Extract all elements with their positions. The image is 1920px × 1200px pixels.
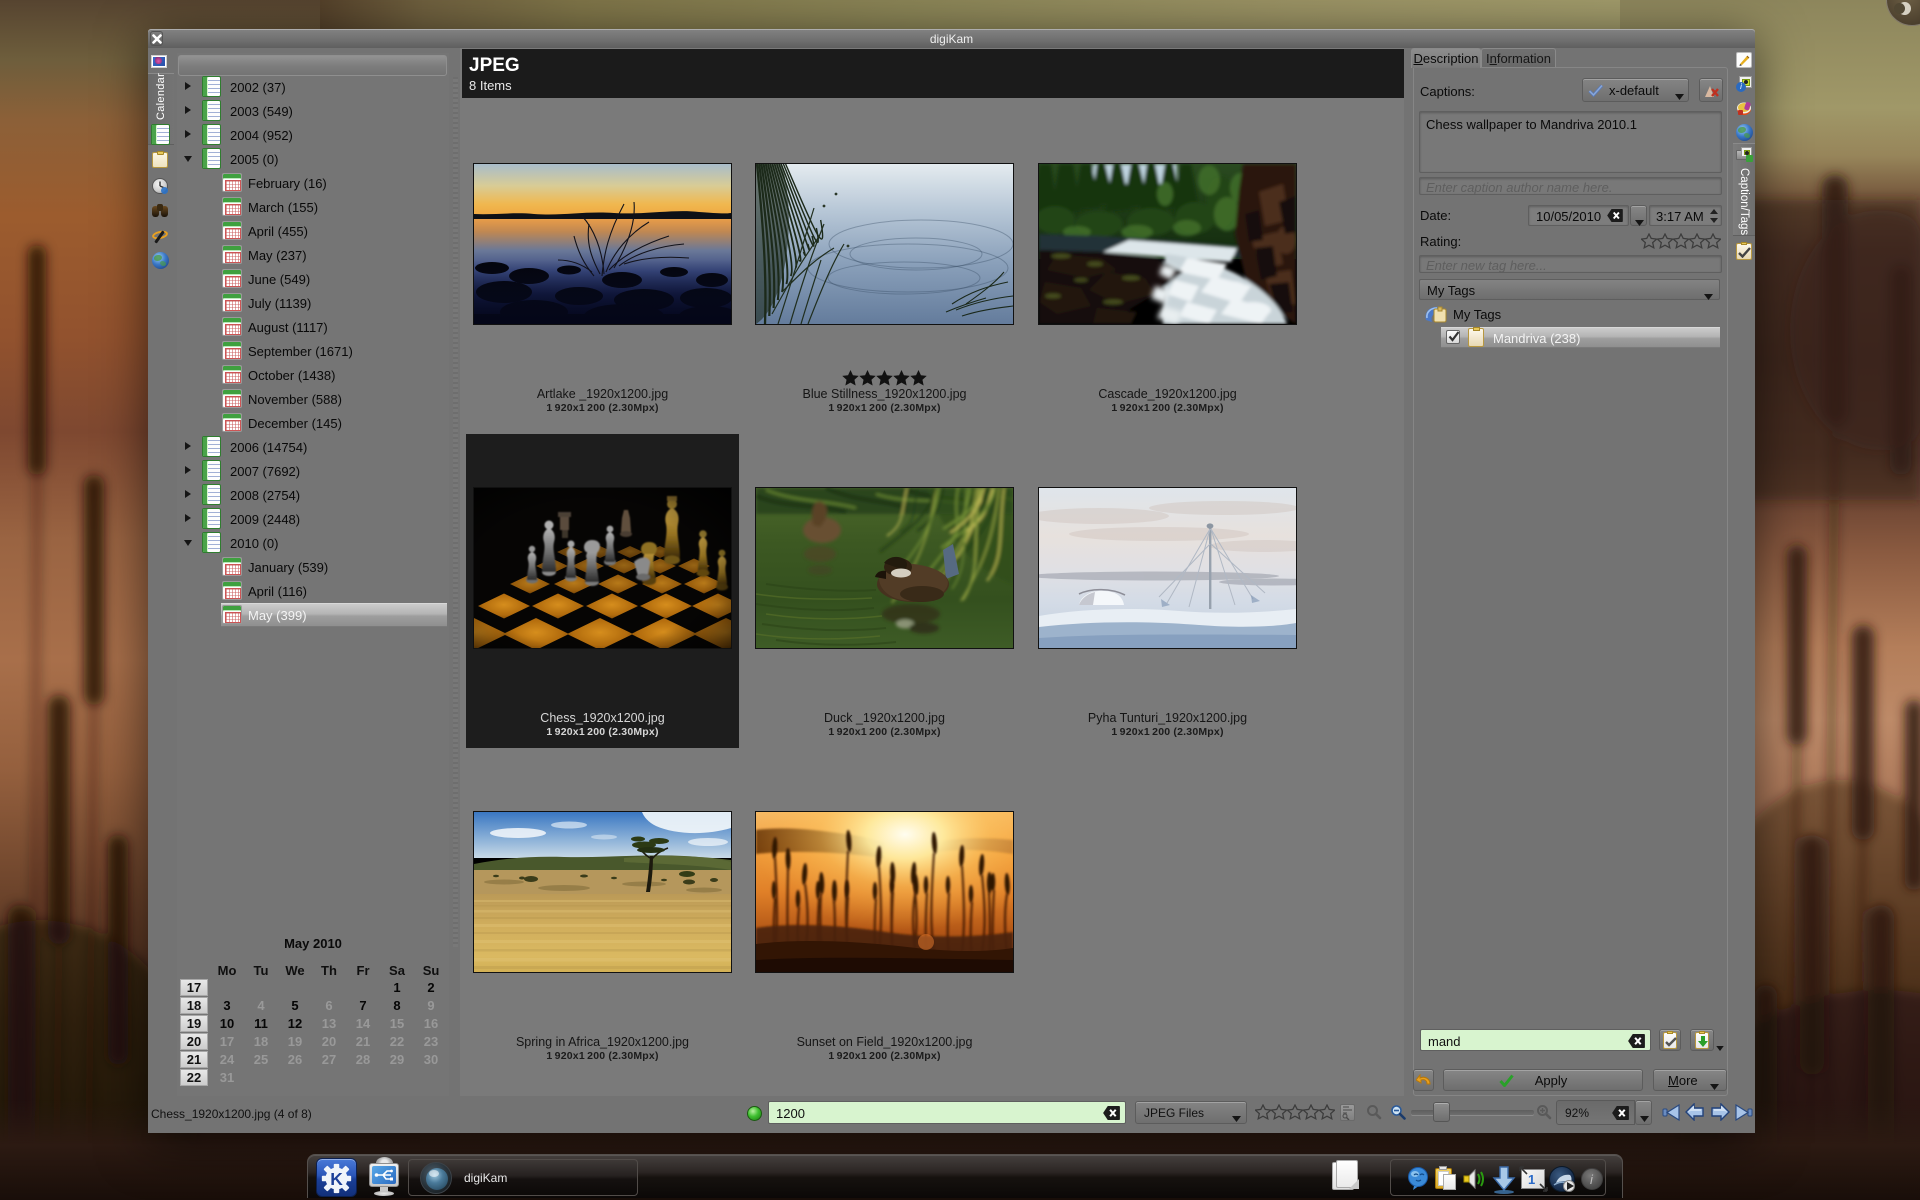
svg-text:K: K [330, 1169, 343, 1189]
